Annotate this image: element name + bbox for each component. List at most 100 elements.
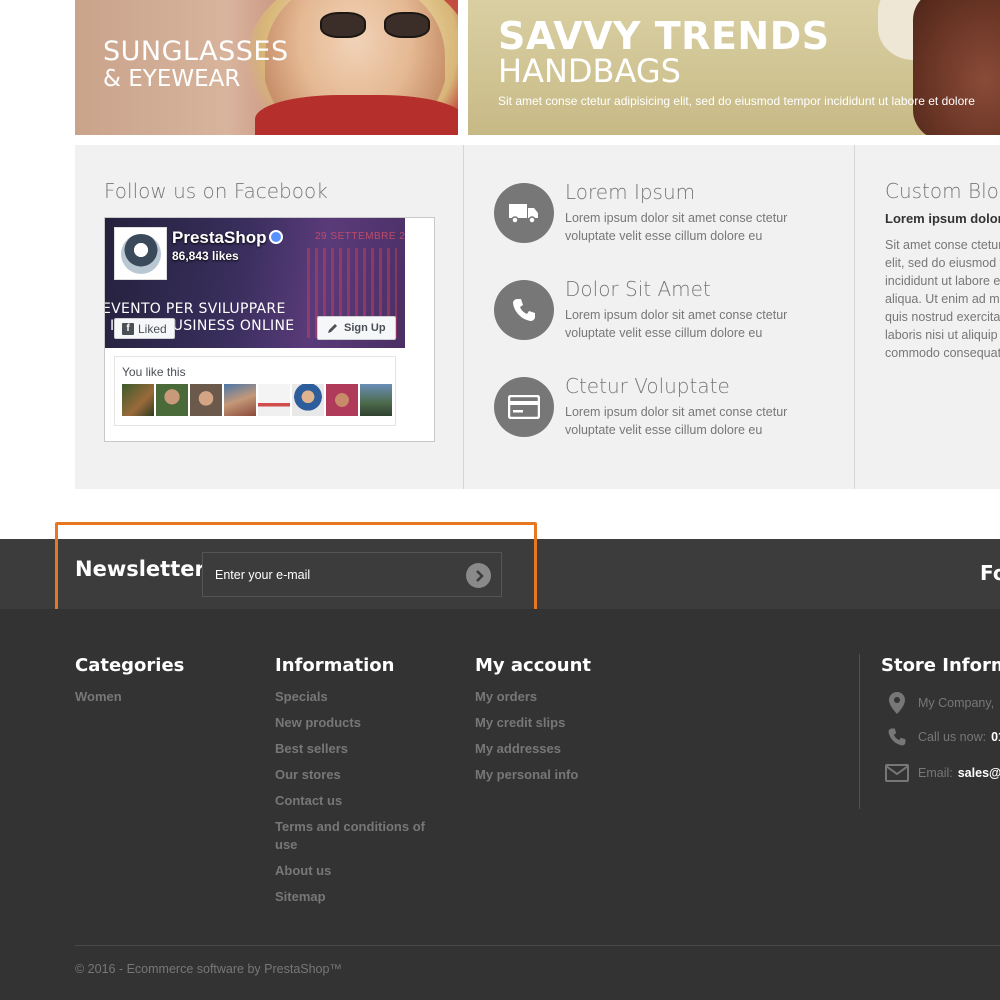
newsletter-bar: Newsletter Follow us [0,539,1000,609]
service-title: Ctetur Voluptate [565,374,730,398]
service-item: Dolor Sit Amet Lorem ipsum dolor sit ame… [494,277,834,350]
facebook-signup-button[interactable]: Sign Up [317,316,396,340]
facebook-page-avatar[interactable] [114,227,167,280]
friend-avatar[interactable] [258,384,290,416]
footer-link[interactable]: My addresses [475,740,635,758]
service-title: Lorem Ipsum [565,180,696,204]
credit-card-icon [508,395,540,419]
banner-sunglasses[interactable]: SUNGLASSES & EYEWEAR [75,0,458,135]
store-call-label: Call us now: [918,730,987,744]
footer-account: My account My orders My credit slips My … [475,655,635,792]
footer-information-title: Information [275,655,395,676]
store-phone-row: Call us now: 0123-456-789 [884,727,1000,747]
store-email-row: Email: sales@yourcompany.com [884,764,1000,782]
footer-link[interactable]: New products [275,714,435,732]
service-text: Lorem ipsum dolor sit amet conse ctetur … [565,211,788,243]
service-item: Lorem Ipsum Lorem ipsum dolor sit amet c… [494,180,834,253]
facebook-widget: PrestaShop 86,843 likes 29 SETTEMBRE 201… [104,217,435,442]
facebook-icon: f [122,322,134,335]
service-text: Lorem ipsum dolor sit amet conse ctetur … [565,308,788,340]
facebook-likes-count: 86,843 likes [172,249,239,263]
footer-information-list: Specials New products Best sellers Our s… [275,688,435,906]
banner-subtitle: & EYEWEAR [103,66,241,92]
services-block: Lorem Ipsum Lorem ipsum dolor sit amet c… [465,145,855,489]
service-icon-circle [494,183,554,243]
footer-link[interactable]: Our stores [275,766,435,784]
cover-date: 29 SETTEMBRE 2016 [315,231,405,242]
footer-link[interactable]: My credit slips [475,714,635,732]
footer-information: Information Specials New products Best s… [275,655,435,914]
friend-avatar[interactable] [156,384,188,416]
banner-title: SUNGLASSES [103,36,289,67]
store-email-label: Email: [918,766,953,780]
footer-categories-list: Women [75,688,235,706]
store-address: My Company, [918,696,995,710]
envelope-icon [884,764,910,782]
service-text: Lorem ipsum dolor sit amet conse ctetur … [565,405,788,437]
service-icon-circle [494,377,554,437]
facebook-page-name[interactable]: PrestaShop [172,228,284,248]
chevron-right-icon [475,569,484,582]
banner-handbags[interactable]: SAVVY TRENDS HANDBAGS Sit amet conse cte… [468,0,1000,135]
signup-label: Sign Up [344,322,386,334]
verified-badge-icon [269,230,284,244]
friend-avatar[interactable] [326,384,358,416]
facebook-friends-box: You like this [114,356,396,426]
friends-thumbnails [122,384,392,416]
pencil-icon [328,324,337,333]
footer-link[interactable]: Terms and conditions of use [275,818,435,854]
friend-avatar[interactable] [122,384,154,416]
copyright-text[interactable]: © 2016 - Ecommerce software by PrestaSho… [75,962,342,976]
footer-link[interactable]: Contact us [275,792,435,810]
store-address-row: My Company, [884,692,994,714]
facebook-block: Follow us on Facebook PrestaShop 86,843 … [75,145,464,489]
friend-avatar[interactable] [224,384,256,416]
facebook-page-name-text: PrestaShop [172,228,267,247]
footer-link[interactable]: My personal info [475,766,635,784]
banner-text: Sit amet conse ctetur adipisicing elit, … [498,94,975,108]
liked-label: Liked [138,321,167,336]
facebook-liked-button[interactable]: f Liked [114,318,175,339]
newsletter-label: Newsletter [75,557,205,581]
custom-block-text: Sit amet conse ctetur adipisicing elit, … [885,238,1000,360]
newsletter-form [202,552,502,597]
friend-avatar[interactable] [292,384,324,416]
newsletter-submit-button[interactable] [466,563,491,588]
home-info-panel: Follow us on Facebook PrestaShop 86,843 … [75,145,1000,489]
footer-account-title[interactable]: My account [475,655,635,676]
friend-avatar[interactable] [360,384,392,416]
phone-icon [513,299,535,321]
friend-avatar[interactable] [190,384,222,416]
truck-icon [509,204,538,224]
service-icon-circle [494,280,554,340]
prestashop-logo-icon [120,233,161,274]
page: SUNGLASSES & EYEWEAR SAVVY TRENDS HANDBA… [0,0,1000,1000]
custom-block-title: Custom Block [885,179,1000,203]
phone-icon [884,727,910,747]
banner-photo-shirt [255,95,458,135]
friends-label: You like this [122,365,186,379]
service-item: Ctetur Voluptate Lorem ipsum dolor sit a… [494,374,834,447]
facebook-cover[interactable]: PrestaShop 86,843 likes 29 SETTEMBRE 201… [105,218,405,348]
newsletter-email-input[interactable] [203,553,458,596]
footer-link[interactable]: Specials [275,688,435,706]
footer-link[interactable]: My orders [475,688,635,706]
footer-account-list: My orders My credit slips My addresses M… [475,688,635,784]
footer: Categories Women Information Specials Ne… [0,609,1000,1000]
footer-categories-title[interactable]: Categories [75,655,235,676]
service-title: Dolor Sit Amet [565,277,711,301]
footer-link[interactable]: Best sellers [275,740,435,758]
sunglasses-graphic [320,12,430,38]
store-phone-value: 0123-456-789 [991,730,1000,744]
banner-subtitle: HANDBAGS [498,52,681,90]
footer-store-info: Store Information My Company, Call us no… [859,654,1000,809]
footer-categories: Categories Women [75,655,235,714]
footer-link[interactable]: About us [275,862,435,880]
cover-line-1: EVENTO PER SVILUPPARE [105,301,286,317]
footer-link[interactable]: Women [75,688,235,706]
store-info-title: Store Information [881,655,1000,676]
store-email-value[interactable]: sales@yourcompany.com [958,766,1000,780]
footer-divider [75,945,1000,946]
custom-block-subtitle: Lorem ipsum dolor sit amet [885,211,1000,226]
footer-link[interactable]: Sitemap [275,888,435,906]
